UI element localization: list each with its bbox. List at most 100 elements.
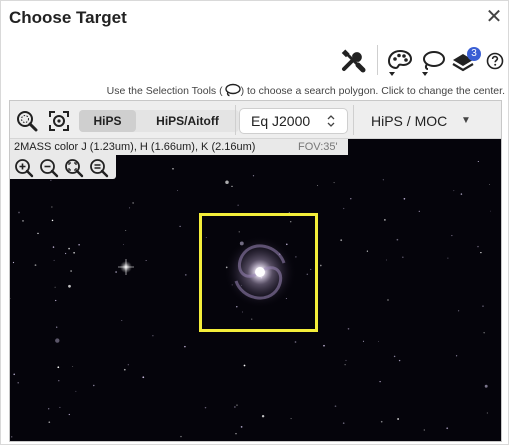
star [179,225,181,228]
star [334,405,337,408]
star [380,420,383,423]
star [366,250,369,252]
star [78,244,80,246]
star [378,341,379,343]
star [184,274,187,276]
star [451,235,453,237]
star [344,364,346,366]
image-viewer[interactable]: HiPS HiPS/Aitoff Eq J2000 HiPS / MOC ▼ 2… [9,100,502,442]
star [204,406,207,409]
coordinate-system-select[interactable]: Eq J2000 [239,108,348,134]
star [53,259,55,261]
star [347,328,350,330]
star [323,344,325,347]
toolbar-separator [377,45,378,75]
star [37,232,39,235]
star [13,373,15,376]
hint-text-after: ) to choose a search polygon. Click to c… [240,85,505,97]
star [418,210,420,212]
star [127,364,129,366]
star [480,251,482,254]
close-icon[interactable]: ✕ [485,7,503,27]
star [180,435,182,438]
star [423,429,425,431]
star [385,259,387,261]
star [17,381,19,384]
projection-toggle: HiPS HiPS/Aitoff [79,110,239,132]
star [132,202,134,204]
lasso-select-icon[interactable] [419,48,447,78]
star [121,320,123,321]
star [402,256,404,258]
star [350,198,352,200]
star [68,284,71,288]
target-selection-box[interactable] [199,213,318,332]
star [446,427,449,430]
star [172,168,174,170]
star [252,175,255,177]
star [184,345,186,348]
star [379,380,381,383]
hint-text-before: Use the Selection Tools ( [106,85,223,97]
chevron-down-icon: ▼ [461,115,471,126]
star [398,359,401,362]
survey-info-bar: 2MASS color J (1.23um), H (1.66um), K (2… [10,139,348,155]
zoom-select-icon[interactable] [16,110,38,132]
star [125,229,127,232]
star [477,245,479,248]
star [18,211,20,214]
star [317,184,319,186]
hips-moc-label: HiPS / MOC [371,113,448,129]
star [115,271,117,273]
star [240,426,243,428]
zoom-in-icon[interactable] [14,158,34,178]
star [490,210,491,212]
star [362,340,365,342]
hips-moc-menu[interactable]: HiPS / MOC ▼ [359,108,484,134]
star [70,270,72,272]
star [483,332,485,334]
star [486,412,488,414]
star [345,359,347,361]
help-icon[interactable] [486,52,504,70]
survey-name: 2MASS color J (1.23um), H (1.66um), K (2… [14,141,256,153]
star [58,380,60,382]
star [50,179,52,181]
tab-hips-aitoff[interactable]: HiPS/Aitoff [136,110,239,132]
toolbar-divider [235,105,236,135]
zoom-fit-icon[interactable] [64,158,84,178]
color-palette-icon[interactable] [386,48,414,78]
star [11,436,13,438]
star [34,264,37,266]
star [342,422,345,424]
star [236,404,238,406]
star [453,190,455,192]
star [68,413,70,416]
selection-hint: Use the Selection Tools ( ) to choose a s… [1,83,505,97]
star [48,421,51,424]
field-of-view: FOV:35' [298,141,338,153]
zoom-out-icon[interactable] [39,158,59,178]
star [290,418,292,420]
coordinate-system-value: Eq J2000 [251,113,311,129]
star [142,376,145,379]
star [225,180,229,185]
tools-icon[interactable] [339,47,367,75]
star [333,182,335,184]
star [397,418,399,420]
star [457,310,460,312]
star [57,366,60,369]
star [145,260,147,261]
recenter-icon[interactable] [48,110,70,132]
star [129,207,131,209]
star [123,368,126,371]
toolbar-divider [353,105,354,135]
star [482,305,484,307]
zoom-fill-icon[interactable] [89,158,109,178]
star [54,286,56,288]
star [393,355,396,358]
tab-hips[interactable]: HiPS [79,110,136,132]
layers-count-badge: 3 [467,47,481,61]
star [234,406,236,408]
star [382,179,384,181]
